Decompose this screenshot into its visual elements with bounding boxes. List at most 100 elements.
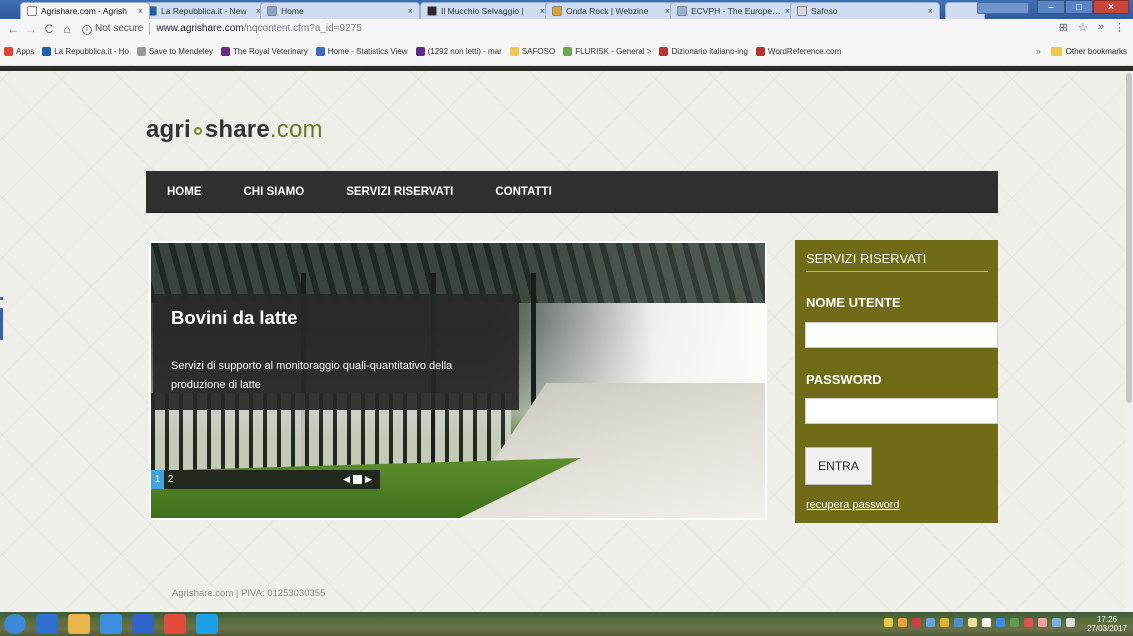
nav-home[interactable]: HOME (146, 171, 223, 213)
address-bar[interactable]: i Not secure www.agrishare.com/nqcontent.… (82, 21, 1122, 37)
maximize-icon[interactable]: □ (1065, 0, 1093, 14)
browser-tab[interactable]: Onda Rock | Webzine × (545, 2, 677, 19)
tray-icon[interactable] (1010, 618, 1019, 627)
bookmark-icon (221, 47, 230, 56)
username-input[interactable] (805, 322, 998, 348)
minimize-icon[interactable]: – (1037, 0, 1065, 14)
tray-icon[interactable] (884, 618, 893, 627)
browser-tab[interactable]: Home × (260, 2, 420, 19)
star-icon[interactable]: ☆ (1078, 21, 1088, 34)
logo-text-agri: agri (146, 116, 191, 143)
bookmark-label: Dizionario italiano-ing (671, 47, 748, 56)
tray-icon[interactable] (996, 618, 1005, 627)
bookmarks-overflow-icon[interactable]: » (1036, 47, 1040, 56)
bookmark-item[interactable]: Save to Mendeley (136, 47, 213, 56)
bookmark-item[interactable]: (1292 non letti) - mar (415, 47, 502, 56)
security-indicator[interactable]: i Not secure (82, 23, 143, 35)
nav-contatti[interactable]: CONTATTI (474, 171, 572, 213)
pause-icon[interactable] (353, 475, 363, 484)
close-window-icon[interactable]: × (1093, 0, 1129, 14)
close-tab-icon[interactable]: × (138, 6, 143, 16)
other-bookmarks[interactable]: Other bookmarks (1066, 47, 1127, 56)
media-center-icon[interactable] (36, 614, 58, 634)
system-clock[interactable]: 17:26 27/03/2017 (1087, 615, 1127, 633)
bookmark-item[interactable]: FLURISK - General > (563, 47, 651, 56)
divider (149, 22, 151, 35)
bookmark-label: Apps (16, 47, 35, 56)
scrollbar-thumb[interactable] (1126, 73, 1132, 403)
slide-pager: 12 ◀ ▶ (151, 470, 380, 489)
tab-label: ECVPH - The European (691, 6, 781, 16)
tray-icon[interactable] (1024, 618, 1033, 627)
bookmark-item[interactable]: The Royal Veterinary (221, 47, 308, 56)
bookmark-label: SAFOSO (521, 47, 556, 56)
tab-label: Home (281, 6, 304, 16)
prev-icon[interactable]: ◀ (343, 474, 350, 485)
favicon-icon (267, 6, 277, 16)
bookmark-item[interactable]: SAFOSO (509, 47, 556, 56)
login-button[interactable]: ENTRA (805, 447, 872, 485)
login-heading: SERVIZI RISERVATI (806, 251, 927, 266)
bookmark-item[interactable]: Dizionario italiano-ing (659, 47, 748, 56)
nav-chi-siamo[interactable]: CHI SIAMO (223, 171, 326, 213)
close-tab-icon[interactable]: × (928, 6, 933, 16)
slide-page-button[interactable]: 2 (164, 470, 177, 489)
bookmark-item[interactable]: Home - Statistics View (315, 47, 408, 56)
browser-tab[interactable]: ECVPH - The European × (670, 2, 797, 19)
tray-icon[interactable] (912, 618, 921, 627)
clock-date: 27/03/2017 (1086, 624, 1127, 633)
tray-icon[interactable] (926, 618, 935, 627)
next-icon[interactable]: ▶ (365, 474, 372, 485)
password-input[interactable] (805, 398, 998, 424)
page-scrollbar[interactable] (1125, 71, 1133, 612)
logo-text-tld: .com (269, 116, 323, 143)
profile-icon[interactable] (977, 2, 1029, 14)
bookmark-item[interactable]: WordReference.com (755, 47, 841, 56)
volume-icon[interactable] (1066, 618, 1075, 627)
slide-title: Bovini da latte (171, 307, 298, 328)
page-footer: Agrishare.com | PIVA: 01253030355 (172, 588, 326, 599)
nav-servizi-riservati[interactable]: SERVIZI RISERVATI (325, 171, 474, 213)
reload-icon[interactable]: C (42, 22, 56, 36)
slide-text: Servizi di supporto al monitoraggio qual… (171, 360, 453, 391)
logo-dot-icon (193, 127, 202, 135)
tray-icon[interactable] (898, 618, 907, 627)
tab-label: La Repubblica.it - New (161, 6, 247, 16)
tray-icon[interactable] (954, 618, 963, 627)
slide-page-button[interactable]: 1 (151, 470, 164, 489)
menu-icon[interactable]: ⋮ (1114, 21, 1125, 34)
skype-icon[interactable] (196, 614, 218, 634)
chrome-icon[interactable] (164, 614, 186, 634)
internet-explorer-icon[interactable] (100, 614, 122, 634)
bookmark-icon (563, 47, 573, 56)
tab-label: Safoso (811, 6, 838, 16)
tray-icon[interactable] (940, 618, 949, 627)
username-label: NOME UTENTE (806, 295, 901, 310)
tray-icon[interactable] (1038, 618, 1047, 627)
forward-icon[interactable]: → (24, 22, 38, 36)
browser-tab[interactable]: Il Mucchio Selvaggio | × (420, 2, 552, 19)
tray-icon[interactable] (982, 618, 991, 627)
tray-icon[interactable] (968, 618, 977, 627)
recover-password-link[interactable]: recupera password (806, 499, 900, 511)
browser-tab[interactable]: Safoso × (790, 2, 940, 19)
extension-icon[interactable]: » (1098, 21, 1104, 34)
url-path: /nqcontent.cfm?a_id=9275 (243, 23, 362, 34)
browser-tab[interactable]: Agrishare.com - Agrish × (20, 2, 150, 19)
slide-caption: Bovini da latte Servizi di supporto al m… (153, 294, 519, 410)
start-icon[interactable] (4, 614, 26, 634)
explorer-icon[interactable] (68, 614, 90, 634)
home-icon[interactable]: ⌂ (60, 22, 74, 36)
outlook-icon[interactable] (132, 614, 154, 634)
network-icon[interactable] (1052, 618, 1061, 627)
back-icon[interactable]: ← (6, 22, 20, 36)
bookmark-item[interactable]: Apps (4, 47, 34, 56)
site-logo[interactable]: agri share .com (146, 116, 323, 144)
close-tab-icon[interactable]: × (408, 6, 413, 16)
taskbar-apps (4, 614, 228, 634)
browser-tab[interactable]: La Repubblica.it - New × (140, 2, 268, 19)
bookmark-icon (136, 47, 146, 56)
translate-icon[interactable]: ⊞ (1059, 21, 1068, 34)
bookmark-item[interactable]: La Repubblica.it - Ho (42, 47, 129, 56)
system-tray (884, 618, 1075, 627)
